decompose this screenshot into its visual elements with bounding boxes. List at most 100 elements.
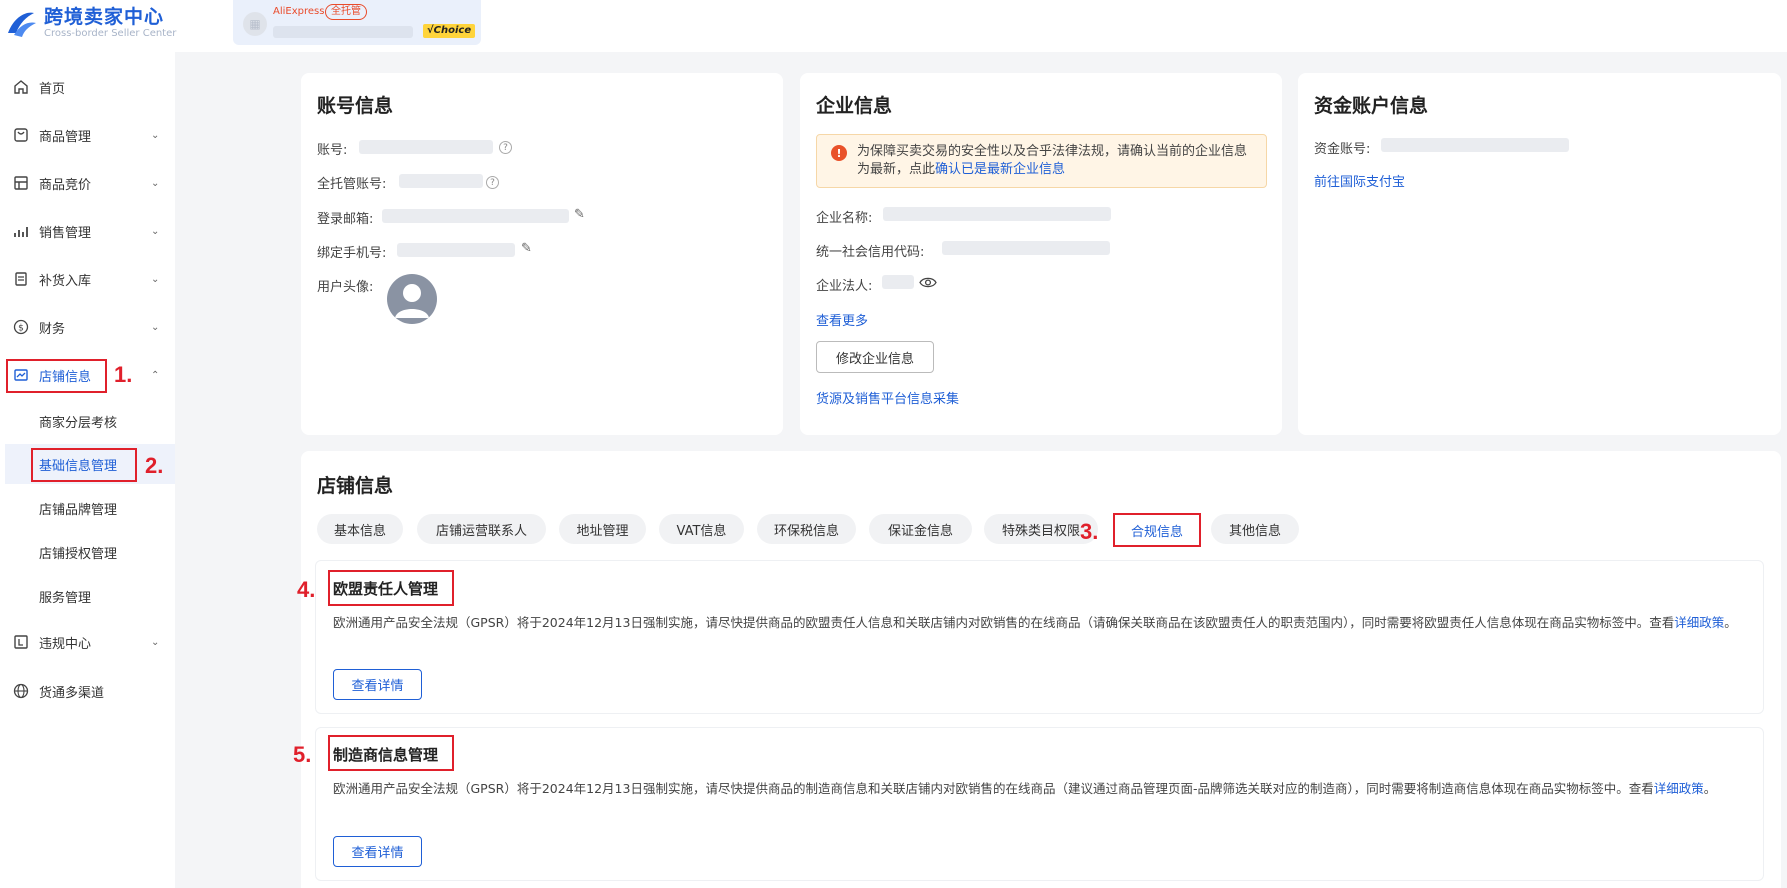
product-icon (12, 126, 30, 144)
eu-representative-section: 欧盟责任人管理 欧洲通用产品安全法规（GPSR）将于2024年12月13日强制实… (315, 560, 1764, 714)
account-value-redacted (359, 140, 493, 154)
company-info-card: 企业信息 ! 为保障买卖交易的安全性以及合乎法律法规，请确认当前的企业信息为最新… (800, 73, 1282, 435)
clipboard-icon (12, 270, 30, 288)
tab-basic-info[interactable]: 基本信息 (317, 514, 403, 544)
card-title: 账号信息 (317, 95, 394, 117)
sidebar-item-label: 违规中心 (39, 636, 92, 652)
sidebar-item-label: 销售管理 (39, 225, 92, 241)
annotation-box-5 (328, 735, 454, 771)
sidebar-item-label: 财务 (39, 321, 66, 337)
violation-icon (12, 633, 30, 651)
bidding-icon (12, 174, 30, 192)
full-account-value-redacted (399, 174, 483, 188)
choice-badge: √Choice (423, 24, 476, 38)
phone-value-redacted (397, 243, 515, 257)
edit-phone-icon[interactable]: ✎ (521, 241, 532, 256)
annotation-box-2 (31, 448, 137, 482)
sidebar-subitem-service[interactable]: 服务管理 (0, 576, 175, 616)
sidebar-item-products[interactable]: 商品管理 ⌄ (0, 115, 175, 155)
manufacturer-section: 制造商信息管理 欧洲通用产品安全法规（GPSR）将于2024年12月13日强制实… (315, 727, 1764, 881)
top-header: 跨境卖家中心 Cross-border Seller Center ▦ AliE… (0, 0, 1787, 52)
sidebar-subitem-label: 店铺授权管理 (39, 546, 118, 562)
annotation-number-5: 5. (293, 742, 312, 767)
sidebar-item-bidding[interactable]: 商品竞价 ⌄ (0, 163, 175, 203)
company-name-label: 企业名称: (816, 211, 873, 226)
sidebar-item-finance[interactable]: $ 财务 ⌄ (0, 307, 175, 347)
eu-view-details-button[interactable]: 查看详情 (333, 669, 422, 700)
company-name-redacted (883, 207, 1111, 221)
card-title: 企业信息 (816, 95, 893, 117)
tab-vat[interactable]: VAT信息 (659, 514, 744, 544)
legal-rep-redacted (882, 275, 914, 289)
warning-text: 为保障买卖交易的安全性以及合乎法律法规，请确认当前的企业信息为最新，点此确认已是… (857, 144, 1248, 177)
store-avatar-icon: ▦ (243, 12, 267, 36)
email-value-redacted (382, 209, 569, 223)
sidebar-item-label: 商品竞价 (39, 177, 92, 193)
tab-operation-contact[interactable]: 店铺运营联系人 (417, 514, 546, 544)
confirm-latest-link[interactable]: 确认已是最新企业信息 (935, 162, 1065, 177)
chevron-down-icon: ⌄ (151, 225, 160, 237)
sidebar-subitem-merchant-tier[interactable]: 商家分层考核 (0, 401, 175, 441)
sidebar-subitem-authorization[interactable]: 店铺授权管理 (0, 532, 175, 572)
sidebar-item-home[interactable]: 首页 (0, 67, 175, 107)
account-label: 账号: (317, 143, 348, 158)
chevron-down-icon: ⌄ (151, 129, 160, 141)
sidebar-subitem-label: 店铺品牌管理 (39, 502, 118, 518)
manufacturer-section-text: 欧洲通用产品安全法规（GPSR）将于2024年12月13日强制实施，请尽快提供商… (333, 781, 1717, 796)
tab-deposit[interactable]: 保证金信息 (869, 514, 972, 544)
edit-email-icon[interactable]: ✎ (574, 207, 585, 222)
globe-icon (12, 682, 30, 700)
update-warning-banner: ! 为保障买卖交易的安全性以及合乎法律法规，请确认当前的企业信息为最新，点此确认… (816, 134, 1267, 188)
full-account-label: 全托管账号: (317, 177, 387, 192)
svg-text:$: $ (18, 324, 24, 334)
sidebar-item-label: 补货入库 (39, 273, 92, 289)
chevron-down-icon: ⌄ (151, 636, 160, 648)
help-icon[interactable]: ? (499, 141, 512, 154)
manufacturer-policy-link[interactable]: 详细政策 (1654, 781, 1704, 796)
store-type-badge: 全托管 (325, 4, 367, 20)
annotation-box-1 (6, 359, 107, 393)
chevron-down-icon: ⌄ (151, 273, 160, 285)
view-more-link[interactable]: 查看更多 (816, 310, 868, 329)
sidebar-item-violations[interactable]: 违规中心 ⌄ (0, 622, 175, 662)
chevron-up-icon: ⌃ (151, 369, 160, 381)
chevron-down-icon: ⌄ (151, 177, 160, 189)
seller-center-logo[interactable]: 跨境卖家中心 Cross-border Seller Center (4, 6, 176, 40)
store-switcher[interactable]: ▦ AliExpress 全托管 √Choice (233, 0, 481, 45)
logo-title: 跨境卖家中心 (44, 6, 165, 28)
avatar-label: 用户头像: (317, 280, 374, 295)
fund-account-card: 资金账户信息 资金账号: 前往国际支付宝 (1298, 73, 1781, 435)
chevron-down-icon: ⌄ (151, 321, 160, 333)
fund-account-label: 资金账号: (1314, 142, 1371, 157)
sidebar-item-restock[interactable]: 补货入库 ⌄ (0, 259, 175, 299)
eu-section-text: 欧洲通用产品安全法规（GPSR）将于2024年12月13日强制实施，请尽快提供商… (333, 615, 1737, 630)
section-title: 店铺信息 (317, 475, 394, 497)
sales-chart-icon (12, 222, 30, 240)
sidebar-item-sales[interactable]: 销售管理 ⌄ (0, 211, 175, 251)
annotation-number-3: 3. (1080, 519, 1099, 544)
edit-company-button[interactable]: 修改企业信息 (816, 341, 934, 373)
help-icon[interactable]: ? (486, 176, 499, 189)
alipay-link[interactable]: 前往国际支付宝 (1314, 171, 1405, 190)
card-title: 资金账户信息 (1314, 95, 1429, 117)
phone-label: 绑定手机号: (317, 246, 387, 261)
tab-address[interactable]: 地址管理 (559, 514, 646, 544)
sidebar-item-multichannel[interactable]: 货通多渠道 (0, 671, 175, 711)
email-label: 登录邮箱: (317, 212, 374, 227)
annotation-number-1: 1. (114, 362, 133, 387)
tab-compliance[interactable]: 合规信息 (1113, 513, 1201, 547)
fund-account-redacted (1381, 138, 1569, 152)
manufacturer-view-details-button[interactable]: 查看详情 (333, 836, 422, 867)
tab-other-info[interactable]: 其他信息 (1211, 514, 1299, 544)
eu-policy-link[interactable]: 详细政策 (1674, 615, 1724, 630)
sourcing-survey-link[interactable]: 货源及销售平台信息采集 (816, 388, 959, 407)
show-eye-icon[interactable] (919, 276, 937, 289)
home-icon (12, 78, 30, 96)
tab-eco-tax[interactable]: 环保税信息 (757, 514, 856, 544)
sidebar-item-label: 货通多渠道 (39, 685, 105, 701)
sidebar-subitem-brand[interactable]: 店铺品牌管理 (0, 488, 175, 528)
logo-icon (8, 12, 36, 37)
annotation-box-4 (328, 570, 454, 606)
annotation-number-2: 2. (145, 453, 164, 478)
credit-code-label: 统一社会信用代码: (816, 245, 925, 260)
